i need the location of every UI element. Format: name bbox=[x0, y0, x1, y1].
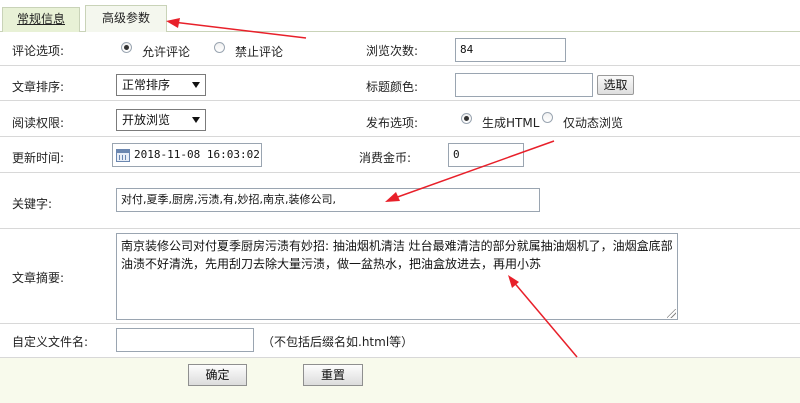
summary-textarea[interactable]: 南京装修公司对付夏季厨房污渍有妙招: 抽油烟机清洁 灶台最难清洁的部分就属抽油烟… bbox=[116, 233, 678, 320]
radio-dynamic-only-label: 仅动态浏览 bbox=[563, 116, 624, 130]
update-time-value: 2018-11-08 16:03:02 bbox=[134, 148, 260, 161]
radio-forbid-comment[interactable] bbox=[214, 42, 225, 53]
row-custom-filename: 自定义文件名: （不包括后缀名如.html等） bbox=[0, 324, 800, 357]
resize-handle-icon[interactable] bbox=[667, 309, 676, 318]
article-sort-value: 正常排序 bbox=[122, 78, 171, 92]
radio-allow-comment[interactable] bbox=[121, 42, 132, 53]
custom-filename-input[interactable] bbox=[116, 328, 254, 352]
tab-bar: 常规信息 高级参数 bbox=[0, 0, 800, 32]
row-read-permission: 阅读权限: 开放浏览 发布选项: 生成HTML 仅动态浏览 bbox=[0, 101, 800, 137]
row-summary: 文章摘要: 南京装修公司对付夏季厨房污渍有妙招: 抽油烟机清洁 灶台最难清洁的部… bbox=[0, 229, 800, 324]
custom-filename-label: 自定义文件名: bbox=[12, 335, 89, 349]
publish-options-label: 发布选项: bbox=[366, 116, 419, 130]
summary-label: 文章摘要: bbox=[12, 271, 65, 285]
radio-allow-comment-label: 允许评论 bbox=[142, 45, 191, 59]
update-time-label: 更新时间: bbox=[12, 151, 65, 165]
calendar-icon[interactable] bbox=[116, 149, 130, 162]
coins-input[interactable]: 0 bbox=[448, 143, 524, 167]
confirm-button[interactable]: 确定 bbox=[188, 364, 247, 386]
read-permission-label: 阅读权限: bbox=[12, 116, 65, 130]
custom-filename-hint: （不包括后缀名如.html等） bbox=[262, 335, 414, 349]
chevron-down-icon bbox=[192, 117, 200, 123]
read-permission-select[interactable]: 开放浏览 bbox=[116, 109, 206, 131]
form-footer: 确定 重置 bbox=[0, 357, 800, 403]
comment-options-label: 评论选项: bbox=[12, 44, 65, 58]
radio-generate-html-label: 生成HTML bbox=[482, 116, 540, 130]
views-label: 浏览次数: bbox=[366, 44, 419, 58]
row-article-sort: 文章排序: 正常排序 标题颜色: 选取 bbox=[0, 66, 800, 101]
row-update-time: 更新时间: 2018-11-08 16:03:02 消费金币: 0 bbox=[0, 137, 800, 173]
reset-button[interactable]: 重置 bbox=[303, 364, 363, 386]
row-comment-options: 评论选项: 允许评论 禁止评论 浏览次数: 84 bbox=[0, 32, 800, 66]
title-color-label: 标题颜色: bbox=[366, 80, 419, 94]
summary-text: 南京装修公司对付夏季厨房污渍有妙招: 抽油烟机清洁 灶台最难清洁的部分就属抽油烟… bbox=[121, 239, 673, 271]
keywords-label: 关键字: bbox=[12, 197, 53, 211]
title-color-input[interactable] bbox=[455, 73, 593, 97]
radio-dynamic-only[interactable] bbox=[542, 112, 553, 123]
article-sort-select[interactable]: 正常排序 bbox=[116, 74, 206, 96]
update-time-input[interactable]: 2018-11-08 16:03:02 bbox=[112, 143, 262, 167]
keywords-input[interactable]: 对付,夏季,厨房,污渍,有,妙招,南京,装修公司, bbox=[116, 188, 540, 212]
article-sort-label: 文章排序: bbox=[12, 80, 65, 94]
tab-general-info[interactable]: 常规信息 bbox=[2, 7, 80, 32]
coins-label: 消费金币: bbox=[359, 151, 412, 165]
row-keywords: 关键字: 对付,夏季,厨房,污渍,有,妙招,南京,装修公司, bbox=[0, 173, 800, 229]
pick-color-button[interactable]: 选取 bbox=[597, 75, 634, 95]
read-permission-value: 开放浏览 bbox=[122, 113, 171, 127]
radio-forbid-comment-label: 禁止评论 bbox=[235, 45, 284, 59]
chevron-down-icon bbox=[192, 82, 200, 88]
tab-advanced-params[interactable]: 高级参数 bbox=[85, 5, 167, 32]
views-input[interactable]: 84 bbox=[455, 38, 566, 62]
radio-generate-html[interactable] bbox=[461, 113, 472, 124]
